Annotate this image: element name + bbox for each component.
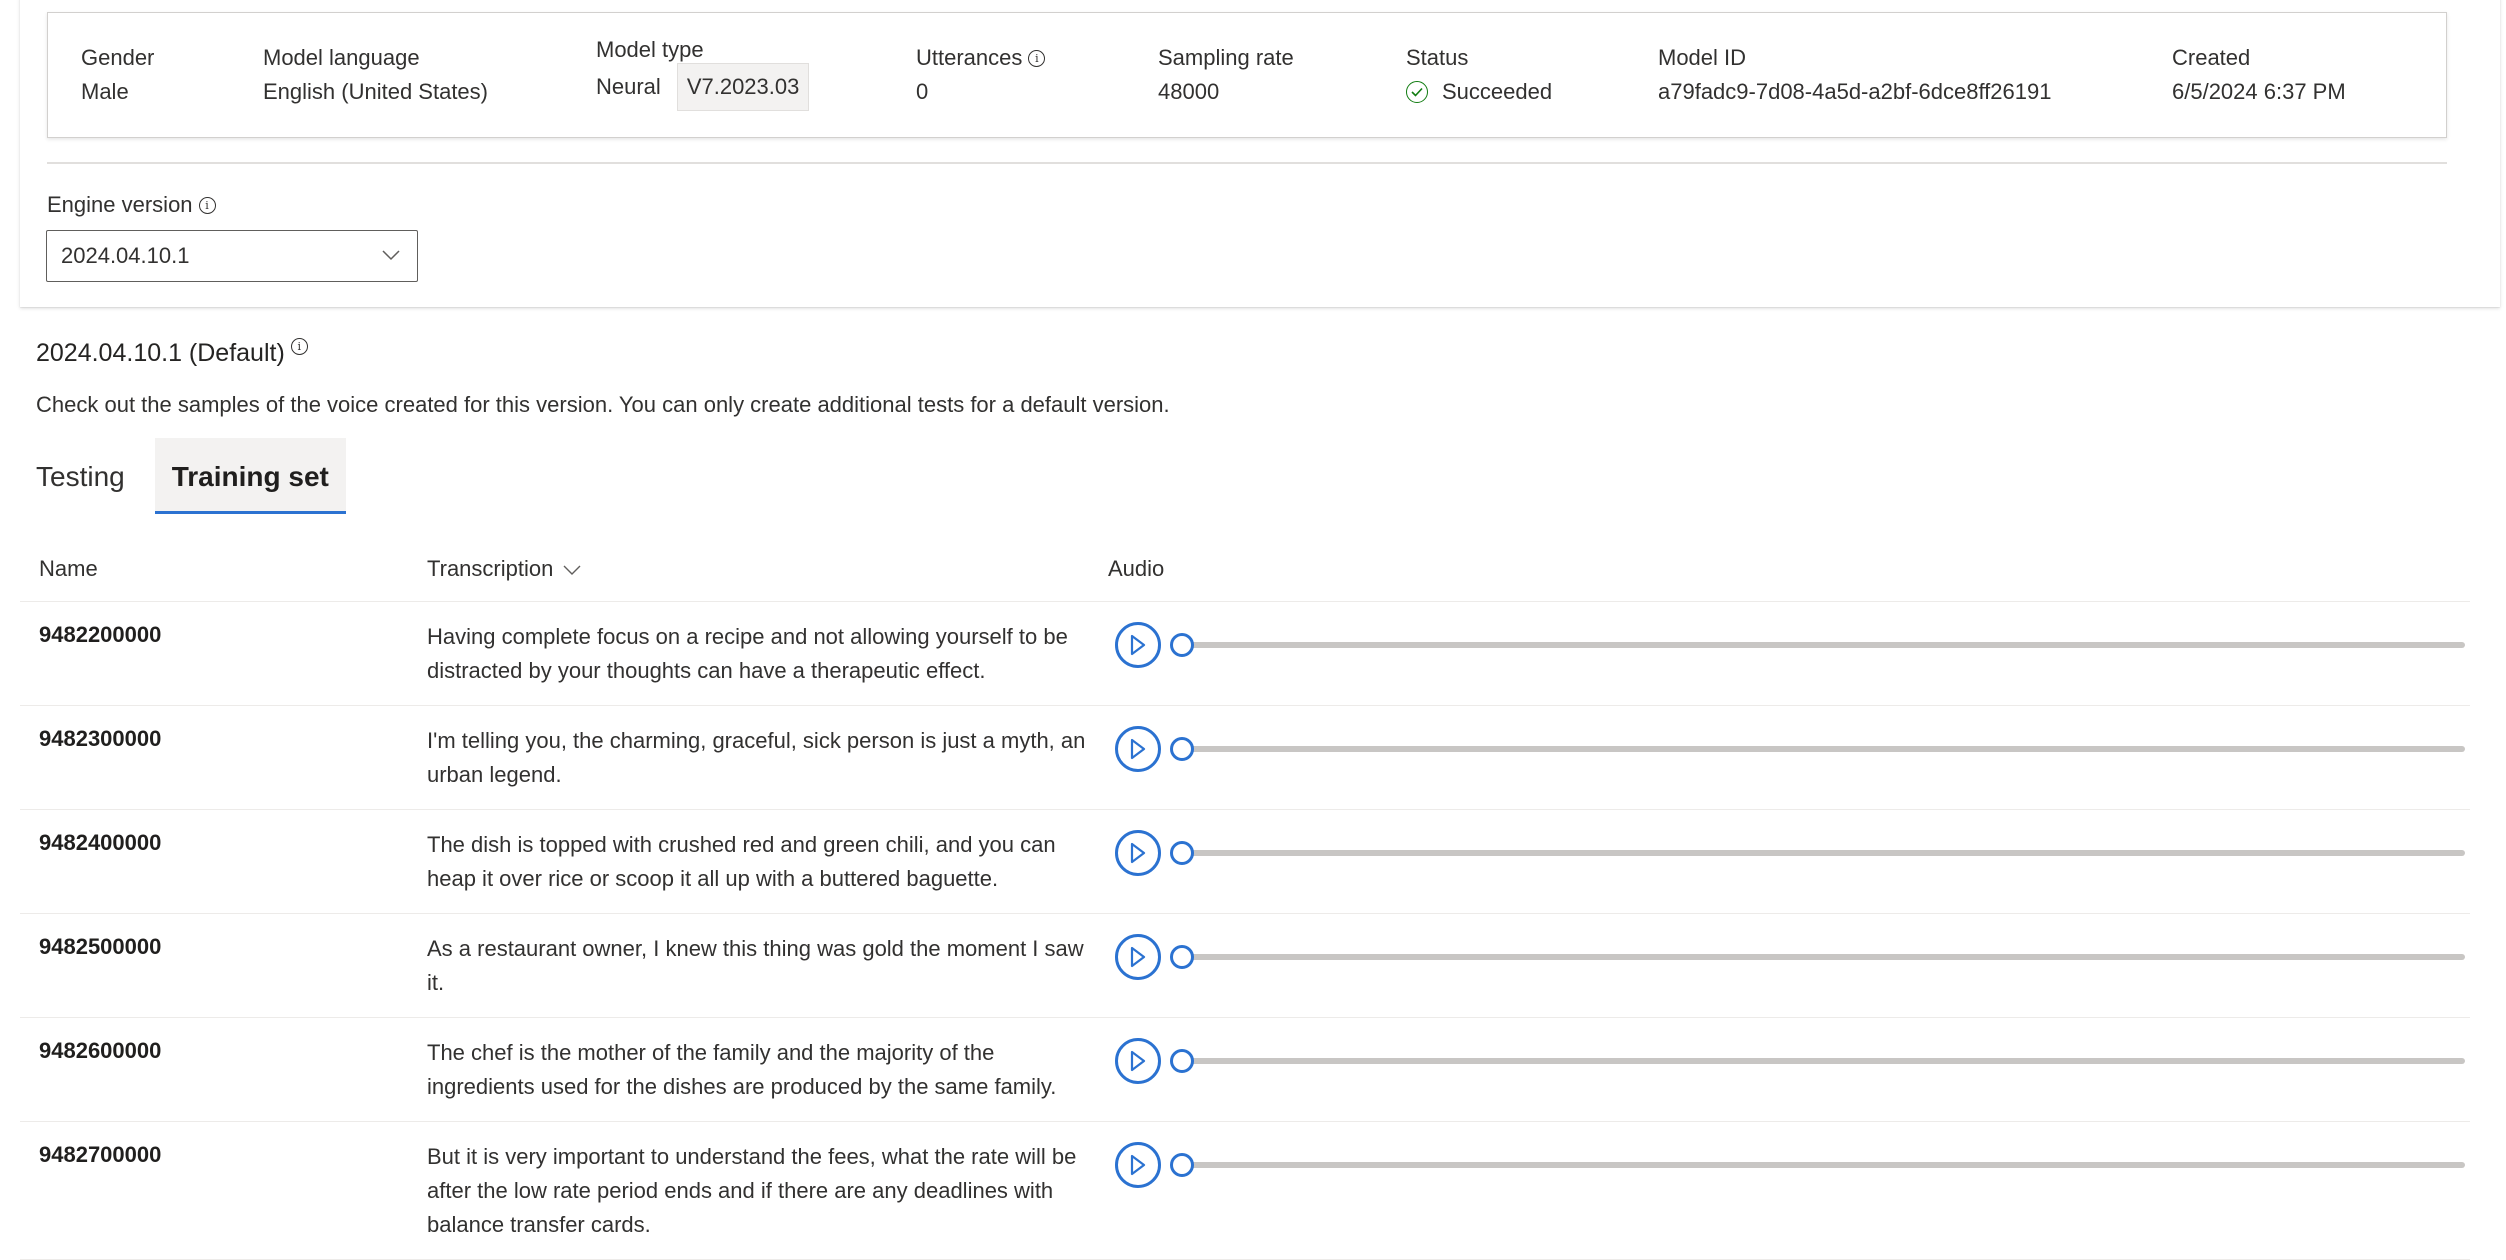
play-icon [1130,842,1146,864]
model-id-label: Model ID [1658,45,1747,70]
audio-progress-slider[interactable] [1170,737,2465,761]
utterance-name: 9482700000 [39,1142,162,1167]
utterance-name: 9482500000 [39,934,162,959]
utterance-transcription: But it is very important to understand t… [427,1144,1077,1237]
slider-thumb[interactable] [1170,945,1194,969]
info-icon[interactable]: i [198,196,216,214]
model-id-value: a79fadc9-7d08-4a5d-a2bf-6dce8ff26191 [1658,79,2052,104]
audio-progress-slider[interactable] [1170,841,2465,865]
tab-training-set[interactable]: Training set [154,438,347,514]
version-title: 2024.04.10.1 (Default) [36,339,285,367]
play-icon [1130,946,1146,968]
tab-testing[interactable]: Testing [36,438,155,514]
slider-thumb[interactable] [1170,1049,1194,1073]
utterances-label: Utterances [916,45,1023,70]
table-row: 9482200000 Having complete focus on a re… [20,602,2470,706]
language-label: Model language [263,45,420,70]
utterance-name: 9482600000 [39,1038,162,1063]
engine-version-label: Engine version [47,192,193,217]
gender-field: Gender Male [81,41,154,109]
language-field: Model language English (United States) [263,41,488,109]
status-value: Succeeded [1442,79,1553,104]
utterances-field: Utterances i 0 [916,41,1046,109]
model-type-field: Model type Neural V7.2023.03 [596,33,810,111]
table-row: 9482700000 But it is very important to u… [20,1122,2470,1260]
table-body: 9482200000 Having complete focus on a re… [20,602,2470,1260]
slider-track [1182,1162,2465,1168]
status-field: Status Succeeded [1406,41,1552,109]
slider-thumb[interactable] [1170,633,1194,657]
play-icon [1130,738,1146,760]
audio-progress-slider[interactable] [1170,633,2465,657]
play-icon [1130,634,1146,656]
table-row: 9482600000 The chef is the mother of the… [20,1018,2470,1122]
play-button[interactable] [1115,1038,1161,1084]
model-version-chip: V7.2023.03 [676,63,810,111]
check-circle-icon [1406,81,1428,103]
slider-track [1182,954,2465,960]
slider-track [1182,1058,2465,1064]
chevron-down-icon [381,245,401,271]
sampling-rate-value: 48000 [1158,79,1220,104]
language-value: English (United States) [263,79,488,104]
info-icon[interactable]: i [290,338,308,355]
column-header-transcription-label: Transcription [427,556,554,581]
model-info-card: Gender Male Model language English (Unit… [47,12,2447,138]
play-icon [1130,1050,1146,1072]
engine-version-dropdown[interactable]: 2024.04.10.1 [46,230,418,282]
gender-value: Male [81,79,129,104]
chevron-down-icon [563,554,581,584]
engine-version-label-row: Engine version i [47,190,216,220]
created-label: Created [2172,45,2251,70]
column-header-audio: Audio [1108,556,1165,581]
engine-version-selected: 2024.04.10.1 [61,243,190,268]
table-header: Name Transcription Audio [20,540,2470,602]
info-icon[interactable]: i [1028,49,1046,67]
utterance-transcription: The chef is the mother of the family and… [427,1040,1057,1099]
version-title-row: 2024.04.10.1 (Default) i [36,336,308,370]
play-button[interactable] [1115,1142,1161,1188]
sampling-rate-label: Sampling rate [1158,45,1294,70]
audio-progress-slider[interactable] [1170,1153,2465,1177]
utterance-name: 9482200000 [39,622,162,647]
training-set-table: Name Transcription Audio 9482200000 Havi… [20,540,2470,1260]
table-row: 9482300000 I'm telling you, the charming… [20,706,2470,810]
gender-label: Gender [81,45,155,70]
slider-thumb[interactable] [1170,1153,1194,1177]
play-button[interactable] [1115,622,1161,668]
slider-thumb[interactable] [1170,841,1194,865]
slider-track [1182,746,2465,752]
version-description: Check out the samples of the voice creat… [36,392,1170,417]
play-button[interactable] [1115,830,1161,876]
utterance-transcription: I'm telling you, the charming, graceful,… [427,728,1086,787]
utterance-name: 9482300000 [39,726,162,751]
model-id-field: Model ID a79fadc9-7d08-4a5d-a2bf-6dce8ff… [1658,41,2051,109]
play-button[interactable] [1115,934,1161,980]
utterance-transcription: As a restaurant owner, I knew this thing… [427,936,1084,995]
utterance-name: 9482400000 [39,830,162,855]
model-type-label: Model type [596,37,704,62]
slider-track [1182,850,2465,856]
audio-progress-slider[interactable] [1170,945,2465,969]
play-icon [1130,1154,1146,1176]
table-row: 9482400000 The dish is topped with crush… [20,810,2470,914]
column-header-transcription[interactable]: Transcription [427,554,581,584]
utterances-value: 0 [916,79,929,104]
status-label: Status [1406,45,1469,70]
slider-track [1182,642,2465,648]
slider-thumb[interactable] [1170,737,1194,761]
column-header-name[interactable]: Name [39,554,98,584]
tab-bar: Testing Training set [36,438,347,514]
utterance-transcription: Having complete focus on a recipe and no… [427,624,1068,683]
audio-progress-slider[interactable] [1170,1049,2465,1073]
play-button[interactable] [1115,726,1161,772]
created-value: 6/5/2024 6:37 PM [2172,79,2346,104]
sampling-rate-field: Sampling rate 48000 [1158,41,1294,109]
model-type-value: Neural [596,74,661,99]
table-row: 9482500000 As a restaurant owner, I knew… [20,914,2470,1018]
section-divider [47,162,2447,164]
utterance-transcription: The dish is topped with crushed red and … [427,832,1056,891]
created-field: Created 6/5/2024 6:37 PM [2172,41,2346,109]
